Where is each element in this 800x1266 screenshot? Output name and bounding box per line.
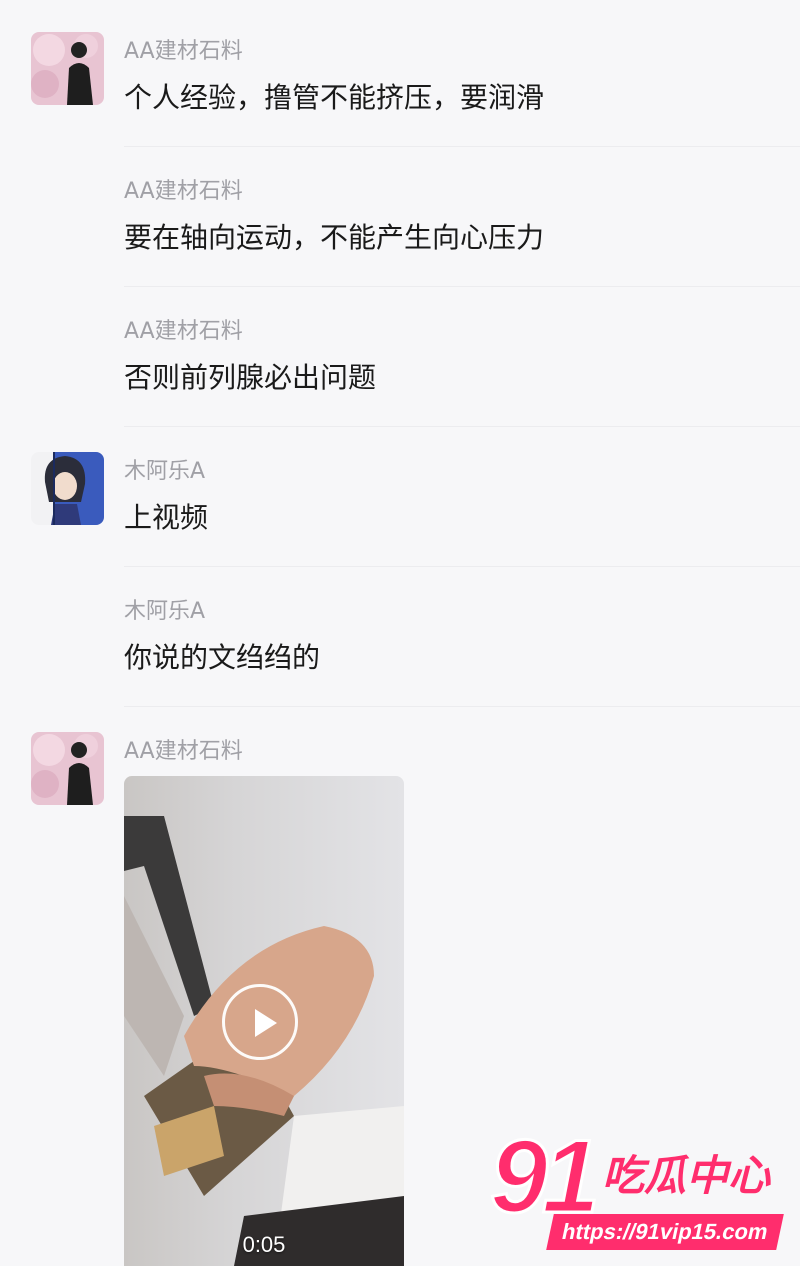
video-duration: 0:05 — [242, 1232, 286, 1257]
message-text: 要在轴向运动，不能产生向心压力 — [124, 221, 545, 254]
avatar-silhouette-icon — [31, 732, 104, 805]
sender-name[interactable]: 木阿乐A — [124, 598, 205, 626]
sender-name[interactable]: AA建材石料 — [124, 738, 243, 766]
divider — [124, 706, 800, 707]
avatar[interactable] — [31, 32, 104, 105]
avatar-anime-icon — [31, 452, 104, 525]
message-text: 个人经验，撸管不能挤压，要润滑 — [124, 81, 545, 114]
avatar[interactable] — [31, 732, 104, 805]
video-message[interactable]: 0:05 — [124, 776, 404, 1266]
play-icon[interactable] — [222, 984, 298, 1060]
sender-name[interactable]: AA建材石料 — [124, 178, 243, 206]
watermark-logo: 91 吃瓜中心 https://91vip15.com — [489, 1118, 795, 1258]
chat-list: AA建材石料 个人经验，撸管不能挤压，要润滑 AA建材石料 要在轴向运动，不能产… — [0, 0, 800, 1266]
sender-name[interactable]: AA建材石料 — [124, 318, 243, 346]
message-text: 上视频 — [124, 501, 209, 534]
avatar-silhouette-icon — [31, 32, 104, 105]
sender-name[interactable]: AA建材石料 — [124, 38, 243, 66]
watermark-title: 吃瓜中心 — [602, 1151, 771, 1200]
watermark-url: https://91vip15.com — [546, 1214, 784, 1250]
divider — [124, 286, 800, 287]
divider — [124, 146, 800, 147]
avatar[interactable] — [31, 452, 104, 525]
divider — [124, 426, 800, 427]
sender-name[interactable]: 木阿乐A — [124, 458, 205, 486]
message-text: 否则前列腺必出问题 — [124, 361, 377, 394]
message-text: 你说的文绉绉的 — [124, 641, 321, 674]
divider — [124, 566, 800, 567]
